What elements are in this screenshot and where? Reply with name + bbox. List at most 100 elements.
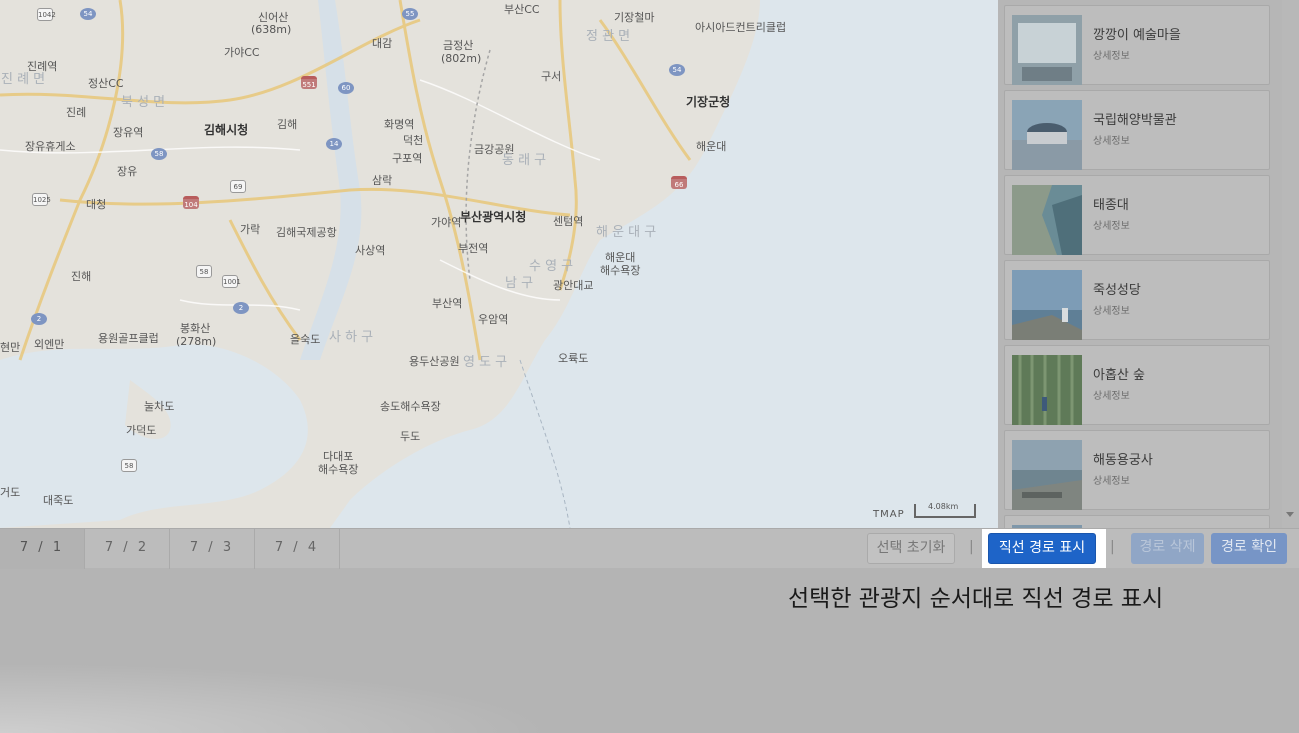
road-shield-icon: 58 [196, 265, 212, 278]
road-shield-icon: 58 [121, 459, 137, 472]
delete-route-button[interactable]: 경로 삭제 [1131, 533, 1204, 564]
road-shield-icon: 54 [669, 64, 685, 76]
place-name: 깡깡이 예술마을 [1093, 28, 1181, 43]
map-label: 대청 [86, 198, 107, 211]
place-card-partial[interactable] [1004, 515, 1270, 528]
map-label: 송도해수욕장 [380, 400, 441, 413]
map-label: 금정산 [443, 39, 474, 52]
map-label: 남 구 [505, 276, 534, 291]
map-label: 덕천 [403, 134, 424, 147]
place-card[interactable]: 깡깡이 예술마을상세정보 [1004, 5, 1270, 85]
map-label: 사상역 [355, 244, 386, 257]
map-label: 김해 [277, 118, 298, 131]
map-label: 오륙도 [558, 352, 589, 365]
map-label: 삼락 [372, 174, 393, 187]
place-thumbnail[interactable] [1012, 440, 1082, 510]
map-label: 북 성 면 [121, 95, 166, 110]
map-label: 기장철마 [614, 11, 655, 24]
map-label: 동 래 구 [502, 153, 547, 168]
place-card[interactable]: 죽성성당상세정보 [1004, 260, 1270, 340]
map-label: 광안대교 [553, 279, 594, 292]
map-label: 가야CC [224, 46, 260, 59]
place-name: 해동용궁사 [1093, 453, 1153, 468]
place-thumbnail[interactable] [1012, 355, 1082, 425]
map-label: 아시아드컨트리클럽 [695, 21, 787, 34]
map-label: 장유역 [113, 126, 144, 139]
toolbar-divider: | [1110, 539, 1115, 555]
map-label: 해수욕장 [318, 463, 359, 476]
map-label: 눌차도 [144, 400, 175, 413]
road-shield-icon: 66 [671, 176, 687, 189]
place-card[interactable]: 태종대상세정보 [1004, 175, 1270, 255]
place-thumbnail[interactable] [1012, 185, 1082, 255]
road-shield-icon: 1025 [32, 193, 51, 206]
map-label: 우암역 [478, 313, 509, 326]
scroll-down-arrow-icon[interactable] [1286, 512, 1294, 517]
day-tab[interactable]: 7 / 3 [170, 529, 255, 569]
place-thumbnail[interactable] [1012, 270, 1082, 340]
map-label: 해운대 [605, 251, 636, 264]
map-label: 부산역 [432, 297, 463, 310]
map-view[interactable]: 신어산 (638m) 가야CC 대감 금정산 (802m) 부산CC 기장철마 아시아드컨트리클… [0, 0, 998, 528]
road-shield-icon: 58 [151, 148, 167, 160]
toolbar-divider: | [969, 539, 974, 555]
map-label: 해운대 [696, 140, 727, 153]
map-label: 정산CC [88, 77, 124, 90]
place-thumbnail[interactable] [1012, 15, 1082, 85]
map-label: 구서 [541, 70, 562, 83]
confirm-route-button[interactable]: 경로 확인 [1211, 533, 1287, 564]
place-detail-link[interactable]: 상세정보 [1093, 47, 1130, 62]
road-shield-icon: 14 [326, 138, 342, 150]
map-label: 진례 [66, 106, 87, 119]
map-label: 장유 [117, 165, 138, 178]
tutorial-hint-text: 선택한 관광지 순서대로 직선 경로 표시 [788, 586, 1164, 612]
day-tab[interactable]: 7 / 4 [255, 529, 340, 569]
show-straight-route-button[interactable]: 직선 경로 표시 [988, 533, 1096, 564]
map-label: 화명역 [384, 118, 415, 131]
map-label: 두도 [400, 430, 421, 443]
tmap-logo: TMAP [873, 509, 905, 520]
map-label: 장유휴게소 [25, 140, 76, 153]
map-label: 부산광역시청 [460, 210, 527, 224]
map-label: 외엔만 [34, 338, 65, 351]
map-label: 김해국제공항 [276, 226, 337, 239]
map-label: 구포역 [392, 152, 423, 165]
place-card[interactable]: 아홉산 숲상세정보 [1004, 345, 1270, 425]
place-name: 죽성성당 [1093, 283, 1141, 298]
map-label: 부산CC [504, 3, 540, 16]
map-label: 을숙도 [290, 333, 321, 346]
map-label: (638m) [251, 23, 292, 36]
reset-selection-button[interactable]: 선택 초기화 [867, 533, 955, 564]
road-shield-icon: 1042 [37, 8, 56, 21]
place-card[interactable]: 국립해양박물관 상세정보 [1004, 90, 1270, 170]
map-label: (278m) [176, 335, 217, 348]
map-label: 해 운 대 구 [596, 225, 657, 240]
road-shield-icon: 551 [301, 76, 317, 89]
place-detail-link[interactable]: 상세정보 [1093, 387, 1130, 402]
place-list-scrollbar[interactable] [1282, 0, 1299, 528]
map-label: 거도 [0, 486, 21, 499]
day-tab[interactable]: 7 / 1 [0, 529, 85, 569]
place-detail-link[interactable]: 상세정보 [1093, 472, 1130, 487]
place-detail-link[interactable]: 상세정보 [1093, 217, 1130, 232]
map-label: 사 하 구 [329, 330, 374, 345]
place-list[interactable]: 깡깡이 예술마을 상세정보 국립해양박물관 상세정보 태종대 상세정보 죽성성당 상세정보 아홉… [998, 0, 1299, 528]
map-label: 부전역 [458, 242, 489, 255]
map-label: 용원골프클럽 [98, 332, 159, 345]
map-label: 센텀역 [553, 215, 584, 228]
map-label: 진해 [71, 270, 92, 283]
day-tab[interactable]: 7 / 2 [85, 529, 170, 569]
place-name: 아홉산 숲 [1093, 368, 1145, 383]
bottom-toolbar: 7 / 1 7 / 2 7 / 3 7 / 4 선택 초기화 | 직선 경로 표… [0, 528, 1299, 569]
place-detail-link[interactable]: 상세정보 [1093, 132, 1130, 147]
place-detail-link[interactable]: 상세정보 [1093, 302, 1130, 317]
place-thumbnail[interactable] [1012, 100, 1082, 170]
map-terrain [0, 0, 760, 528]
road-shield-icon: 1001 [222, 275, 241, 288]
road-shield-icon: 60 [338, 82, 354, 94]
place-name: 태종대 [1093, 198, 1129, 213]
map-label: 다대포 [323, 450, 354, 463]
scale-text: 4.08km [928, 502, 959, 511]
map-label: 김해시청 [204, 123, 249, 137]
place-card[interactable]: 해동용궁사상세정보 [1004, 430, 1270, 510]
